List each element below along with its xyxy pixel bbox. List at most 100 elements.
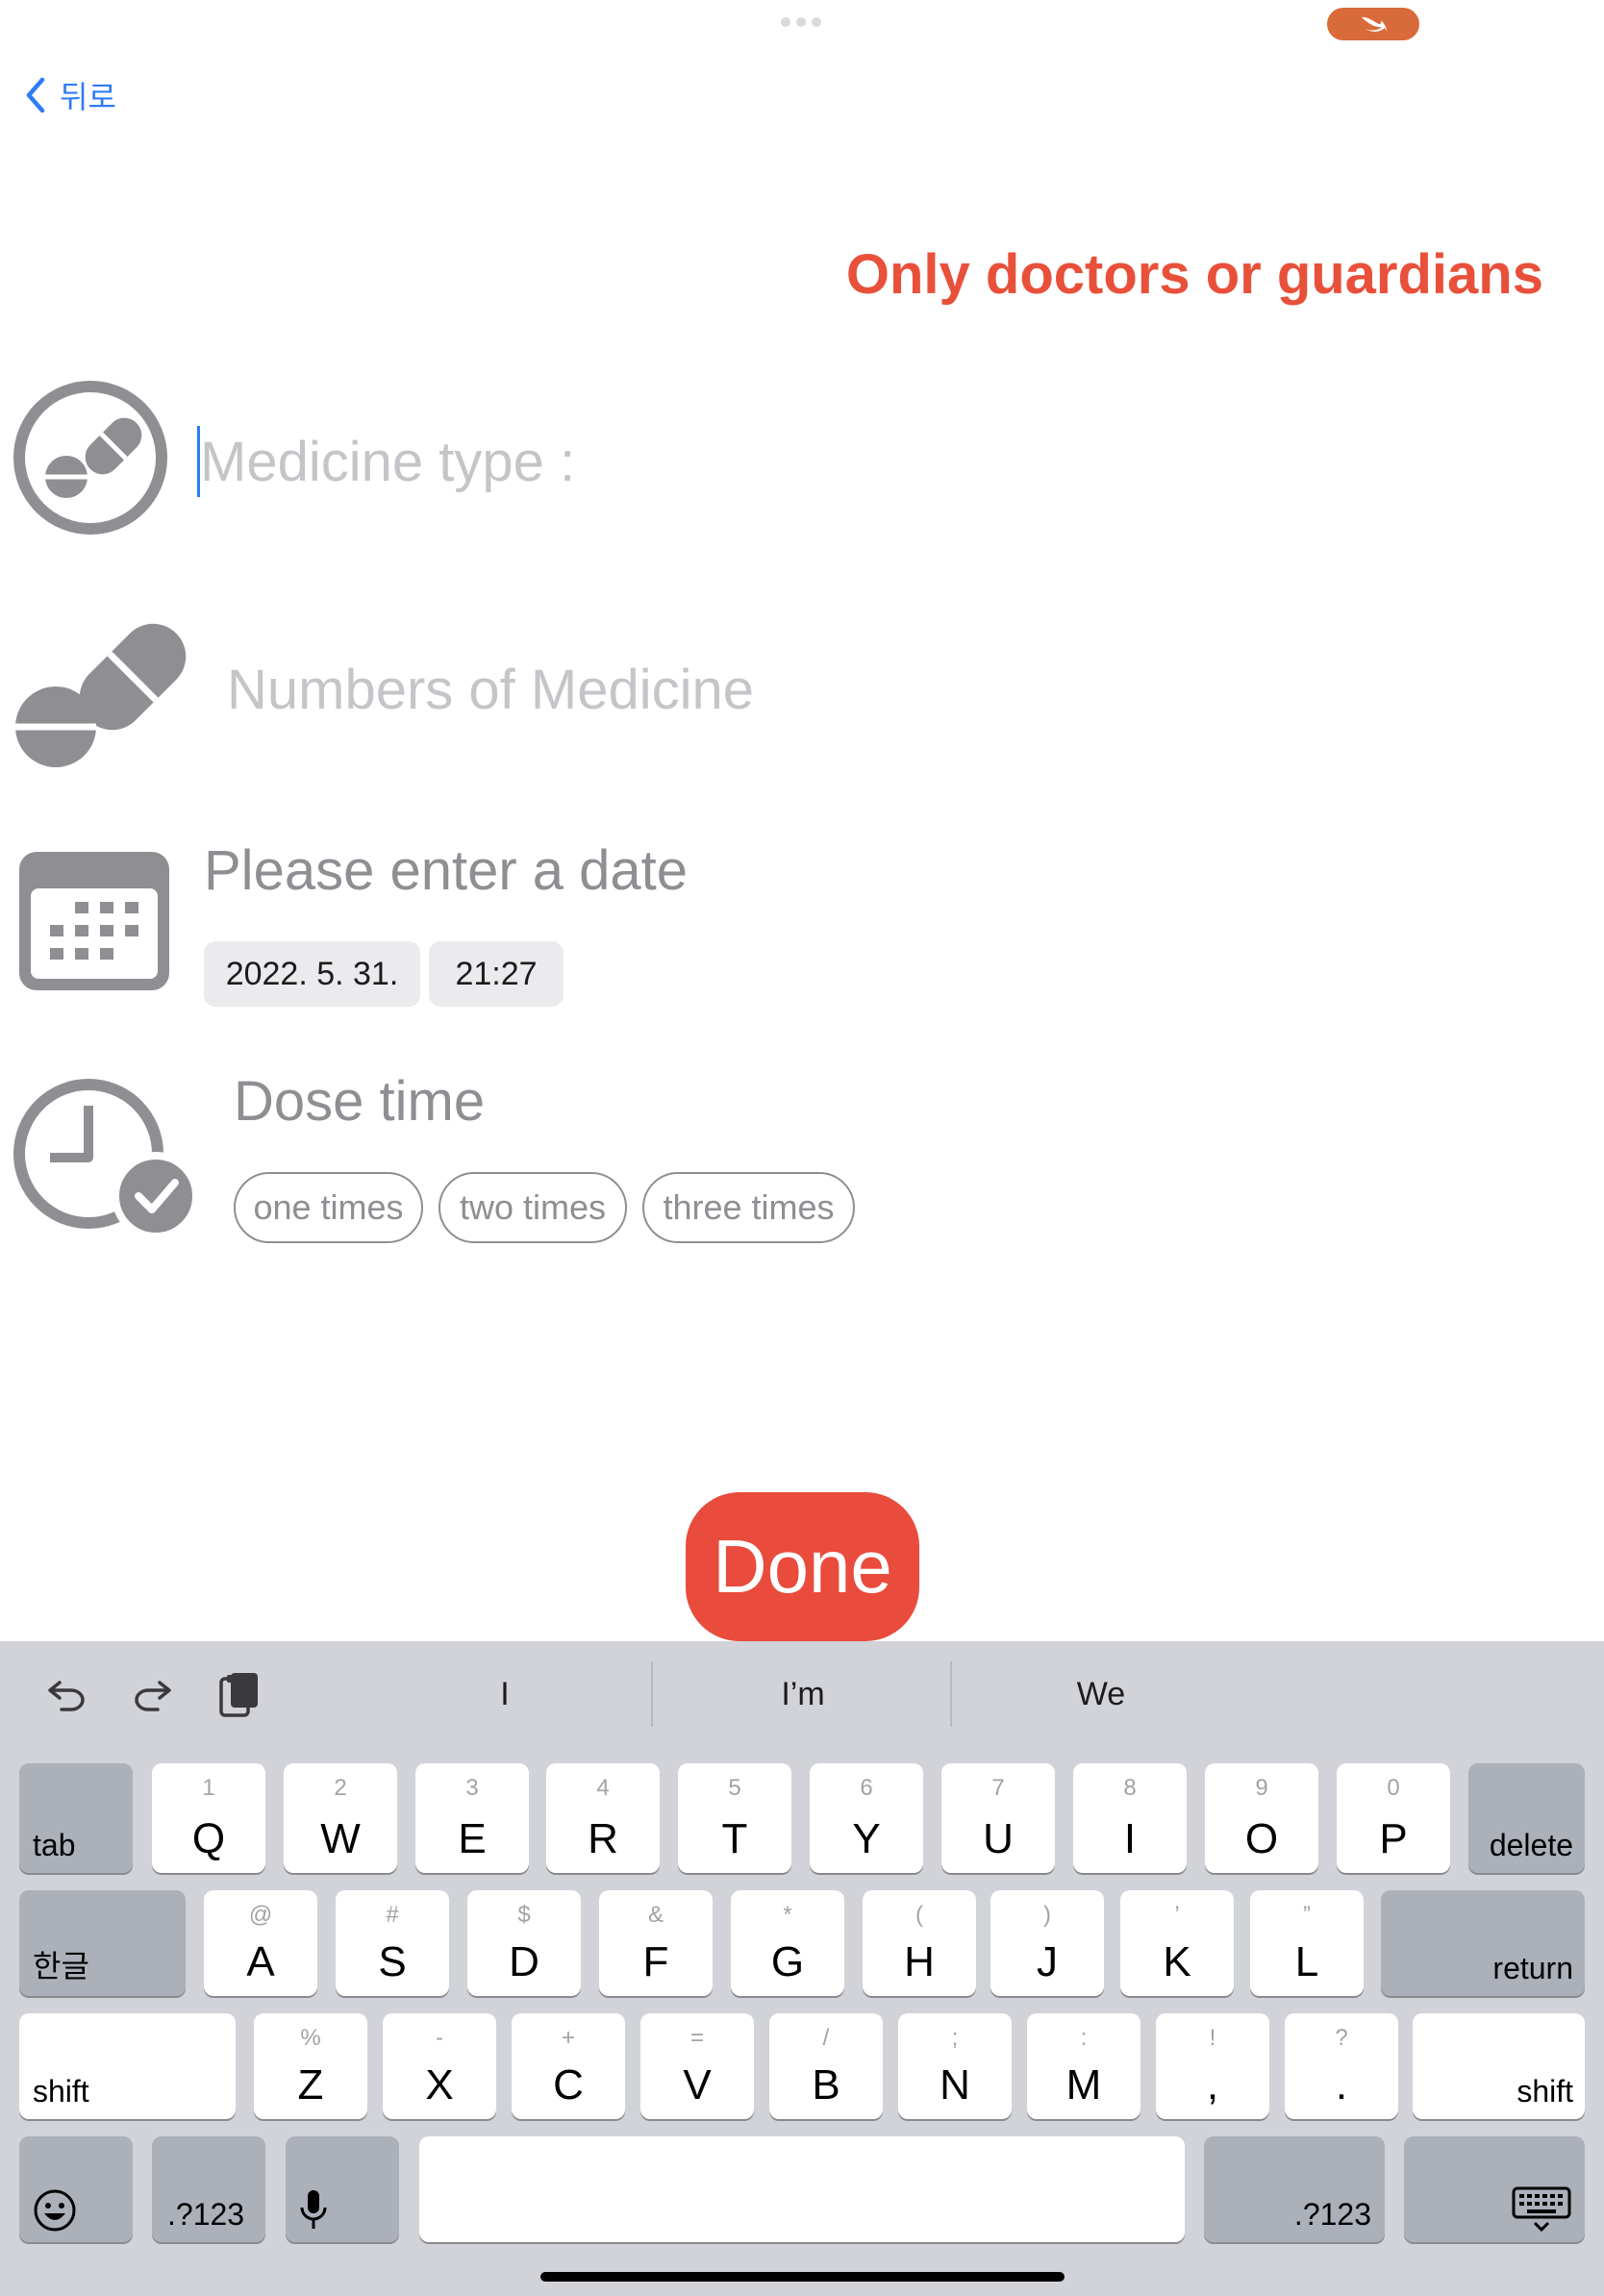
suggestion-divider [950, 1661, 952, 1727]
key-secondary-label: = [689, 2025, 704, 2051]
key-primary-label: E [458, 1815, 487, 1862]
numbers-key-right[interactable]: .?123 [1204, 2136, 1385, 2242]
key-r3-7[interactable]: !, [1156, 2013, 1269, 2119]
key-r2-4[interactable]: * G [731, 1890, 844, 1996]
key-primary-label: D [509, 1938, 539, 1985]
key-r2-7[interactable]: ’ K [1120, 1890, 1234, 1996]
key-secondary-label: ( [915, 1902, 923, 1928]
key-secondary-label: ) [1043, 1902, 1051, 1928]
keyboard-dismiss-icon [1512, 2186, 1571, 2233]
keyboard-dismiss-key[interactable] [1404, 2136, 1585, 2242]
key-r1-5[interactable]: 6Y [810, 1763, 923, 1873]
key-primary-label: I [1123, 1815, 1137, 1862]
key-r3-6[interactable]: :M [1027, 2013, 1140, 2119]
numbers-of-medicine-input[interactable]: Numbers of Medicine [227, 658, 754, 722]
key-r3-8[interactable]: ?. [1285, 2013, 1398, 2119]
key-r2-5[interactable]: (H [863, 1890, 976, 1996]
key-primary-label: C [553, 2061, 584, 2109]
key-r3-4[interactable]: / B [769, 2013, 883, 2119]
key-primary-label: S [378, 1938, 407, 1985]
key-r1-2[interactable]: 3E [415, 1763, 529, 1873]
medicine-type-placeholder: Medicine type : [200, 430, 576, 493]
paste-icon[interactable] [217, 1669, 262, 1719]
key-secondary-label: ; [951, 2025, 959, 2051]
numbers-key-left[interactable]: .?123 [152, 2136, 265, 2242]
key-primary-label: U [983, 1815, 1014, 1862]
pills-icon [15, 623, 187, 767]
key-secondary-label: 9 [1255, 1775, 1268, 1801]
date-picker[interactable]: 2022. 5. 31. [204, 941, 420, 1007]
key-secondary-label: + [561, 2025, 575, 2051]
key-secondary-label: % [300, 2025, 321, 2051]
key-r2-1[interactable]: # S [336, 1890, 449, 1996]
swift-playgrounds-pill[interactable] [1327, 8, 1419, 40]
key-r3-2[interactable]: + C [512, 2013, 625, 2119]
key-r2-8[interactable]: ” L [1250, 1890, 1364, 1996]
key-r3-3[interactable]: = V [640, 2013, 754, 2119]
shift-key-left[interactable]: shift [19, 2013, 236, 2119]
time-picker[interactable]: 21:27 [429, 941, 564, 1007]
dose-option-three-button[interactable]: three times [642, 1172, 855, 1243]
dose-option-one-button[interactable]: one times [234, 1172, 423, 1243]
done-button[interactable]: Done [686, 1492, 919, 1641]
key-r2-6[interactable]: ) J [990, 1890, 1104, 1996]
key-r1-4[interactable]: 5T [678, 1763, 791, 1873]
suggestion-item[interactable]: I’m [702, 1676, 904, 1713]
key-primary-label: R [588, 1815, 618, 1862]
back-button[interactable]: 뒤로 [25, 73, 116, 117]
return-key[interactable]: return [1381, 1890, 1585, 1996]
key-r2-3[interactable]: & F [599, 1890, 713, 1996]
key-primary-label: . [1335, 2061, 1348, 2109]
shift-key-right[interactable]: shift [1413, 2013, 1585, 2119]
key-primary-label: Q [191, 1815, 226, 1862]
emoji-key[interactable] [19, 2136, 133, 2242]
key-primary-label: W [320, 1815, 361, 1862]
tab-key[interactable]: tab [19, 1763, 133, 1873]
key-primary-label: X [425, 2061, 454, 2109]
medicine-type-input[interactable]: Medicine type : [197, 426, 576, 497]
key-secondary-label: & [647, 1902, 664, 1928]
redo-icon[interactable] [133, 1677, 173, 1711]
dictation-key[interactable] [286, 2136, 399, 2242]
suggestion-item[interactable]: I [404, 1676, 606, 1713]
emoji-icon [34, 2189, 76, 2232]
key-primary-label: O [1244, 1815, 1279, 1862]
key-primary-label: B [812, 2061, 840, 2109]
key-r2-0[interactable]: @ A [204, 1890, 317, 1996]
home-indicator[interactable] [540, 2272, 1065, 2282]
pill-circle-icon [13, 381, 167, 535]
space-bar[interactable] [419, 2136, 1185, 2242]
microphone-icon [300, 2190, 327, 2229]
dose-option-two-button[interactable]: two times [439, 1172, 627, 1243]
key-secondary-label: $ [517, 1902, 531, 1928]
key-primary-label: N [940, 2061, 970, 2109]
key-r1-7[interactable]: 8I [1073, 1763, 1187, 1873]
key-r3-1[interactable]: -X [383, 2013, 496, 2119]
key-primary-label: , [1206, 2061, 1219, 2109]
warning-text: Only doctors or guardians [845, 243, 1543, 306]
key-r1-3[interactable]: 4R [546, 1763, 660, 1873]
key-r1-0[interactable]: 1Q [152, 1763, 265, 1873]
key-secondary-label: ’ [1174, 1902, 1180, 1928]
key-r1-8[interactable]: 9O [1205, 1763, 1318, 1873]
delete-key[interactable]: delete [1468, 1763, 1585, 1873]
key-r3-0[interactable]: % Z [254, 2013, 367, 2119]
undo-icon[interactable] [46, 1677, 87, 1711]
key-r1-9[interactable]: 0P [1337, 1763, 1450, 1873]
key-secondary-label: 7 [991, 1775, 1005, 1801]
key-r1-1[interactable]: 2W [284, 1763, 397, 1873]
key-primary-label: G [770, 1938, 805, 1985]
suggestion-divider [651, 1661, 653, 1727]
suggestion-item[interactable]: We [1000, 1676, 1202, 1713]
key-primary-label: J [1037, 1938, 1058, 1985]
date-label: Please enter a date [204, 839, 689, 902]
key-primary-label: M [1065, 2061, 1102, 2109]
key-r3-5[interactable]: ; N [898, 2013, 1012, 2119]
key-r2-2[interactable]: $ D [467, 1890, 581, 1996]
key-secondary-label: 6 [860, 1775, 873, 1801]
korean-language-key[interactable]: 한글 [19, 1890, 186, 1996]
key-primary-label: Z [297, 2061, 324, 2109]
key-primary-label: V [683, 2061, 712, 2109]
multitasking-grabber[interactable] [781, 17, 823, 27]
key-r1-6[interactable]: 7U [941, 1763, 1055, 1873]
